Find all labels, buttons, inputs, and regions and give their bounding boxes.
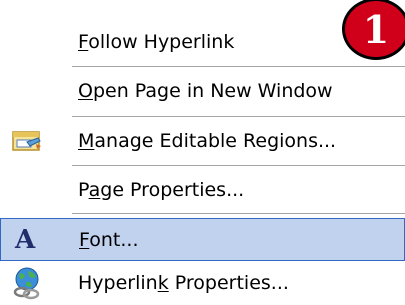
menu-item-font[interactable]: A Font... xyxy=(0,218,405,261)
menu-item-label: Manage Editable Regions... xyxy=(78,130,337,152)
menu-item-label: Open Page in New Window xyxy=(78,80,333,102)
menu-separator xyxy=(72,165,405,166)
menu-item-open-page-new-window[interactable]: Open Page in New Window xyxy=(0,68,405,114)
hyperlink-globe-icon xyxy=(10,266,44,300)
step-number-badge: 1 xyxy=(342,0,405,60)
menu-separator xyxy=(72,116,405,117)
step-number-text: 1 xyxy=(362,7,390,52)
menu-separator xyxy=(72,66,405,67)
editable-regions-icon xyxy=(10,124,44,158)
menu-item-label: Follow Hyperlink xyxy=(78,31,235,53)
menu-item-label: Page Properties... xyxy=(78,179,245,201)
font-icon-glyph: A xyxy=(15,224,36,255)
menu-item-label: Font... xyxy=(79,228,139,251)
menu-item-page-properties[interactable]: Page Properties... xyxy=(0,167,405,213)
menu-item-manage-editable-regions[interactable]: Manage Editable Regions... xyxy=(0,118,405,164)
font-icon: A xyxy=(11,223,45,257)
menu-item-hyperlink-properties[interactable]: Hyperlink Properties... xyxy=(0,262,405,303)
menu-item-label: Hyperlink Properties... xyxy=(78,271,289,294)
menu-separator xyxy=(72,213,405,214)
